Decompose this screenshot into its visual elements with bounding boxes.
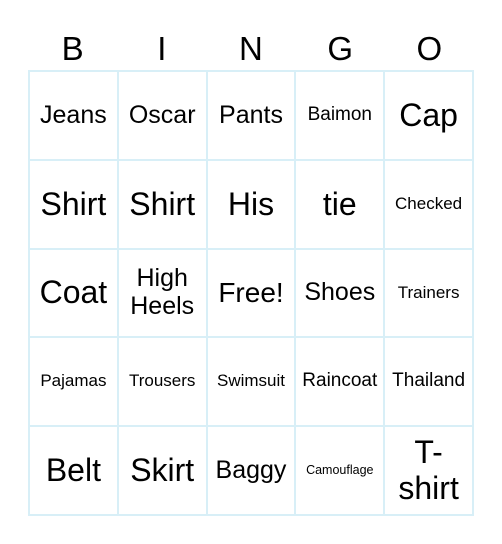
bingo-cell[interactable]: Cap bbox=[384, 71, 473, 160]
header-letter-i: I bbox=[157, 30, 167, 67]
bingo-cell[interactable]: Skirt bbox=[117, 426, 207, 515]
bingo-cell[interactable]: Camouflage bbox=[295, 426, 385, 515]
header-letter-n: N bbox=[239, 30, 263, 67]
bingo-cell[interactable]: Baggy bbox=[206, 426, 296, 515]
bingo-cell[interactable]: Shirt bbox=[29, 159, 118, 249]
bingo-cell[interactable]: Swimsuit bbox=[206, 337, 296, 427]
bingo-cell[interactable]: Oscar bbox=[117, 71, 207, 160]
bingo-header: B I N G O bbox=[28, 28, 474, 70]
bingo-cell[interactable]: Jeans bbox=[29, 71, 118, 160]
bingo-cell[interactable]: Trainers bbox=[384, 248, 473, 338]
bingo-cell[interactable]: Coat bbox=[29, 248, 118, 338]
bingo-cell[interactable]: Pants bbox=[206, 71, 296, 160]
bingo-cell[interactable]: T-shirt bbox=[384, 426, 473, 515]
bingo-cell[interactable]: Shirt bbox=[117, 159, 207, 249]
bingo-cell[interactable]: Shoes bbox=[295, 248, 385, 338]
bingo-cell[interactable]: Checked bbox=[384, 159, 473, 249]
header-letter-o: O bbox=[416, 30, 443, 67]
bingo-cell[interactable]: Trousers bbox=[117, 337, 207, 427]
header-letter-g: G bbox=[327, 30, 353, 67]
bingo-cell[interactable]: Pajamas bbox=[29, 337, 118, 427]
bingo-cell[interactable]: Thailand bbox=[384, 337, 473, 427]
bingo-cell[interactable]: tie bbox=[295, 159, 385, 249]
bingo-cell[interactable]: High Heels bbox=[117, 248, 207, 338]
bingo-cell[interactable]: Raincoat bbox=[295, 337, 385, 427]
bingo-grid: Jeans Oscar Pants Baimon Cap Shirt Shirt… bbox=[28, 70, 474, 516]
bingo-cell-free[interactable]: Free! bbox=[206, 248, 296, 338]
bingo-cell[interactable]: Baimon bbox=[295, 71, 385, 160]
header-letter-b: B bbox=[61, 30, 84, 67]
bingo-cell[interactable]: Belt bbox=[29, 426, 118, 515]
bingo-cell[interactable]: His bbox=[206, 159, 296, 249]
